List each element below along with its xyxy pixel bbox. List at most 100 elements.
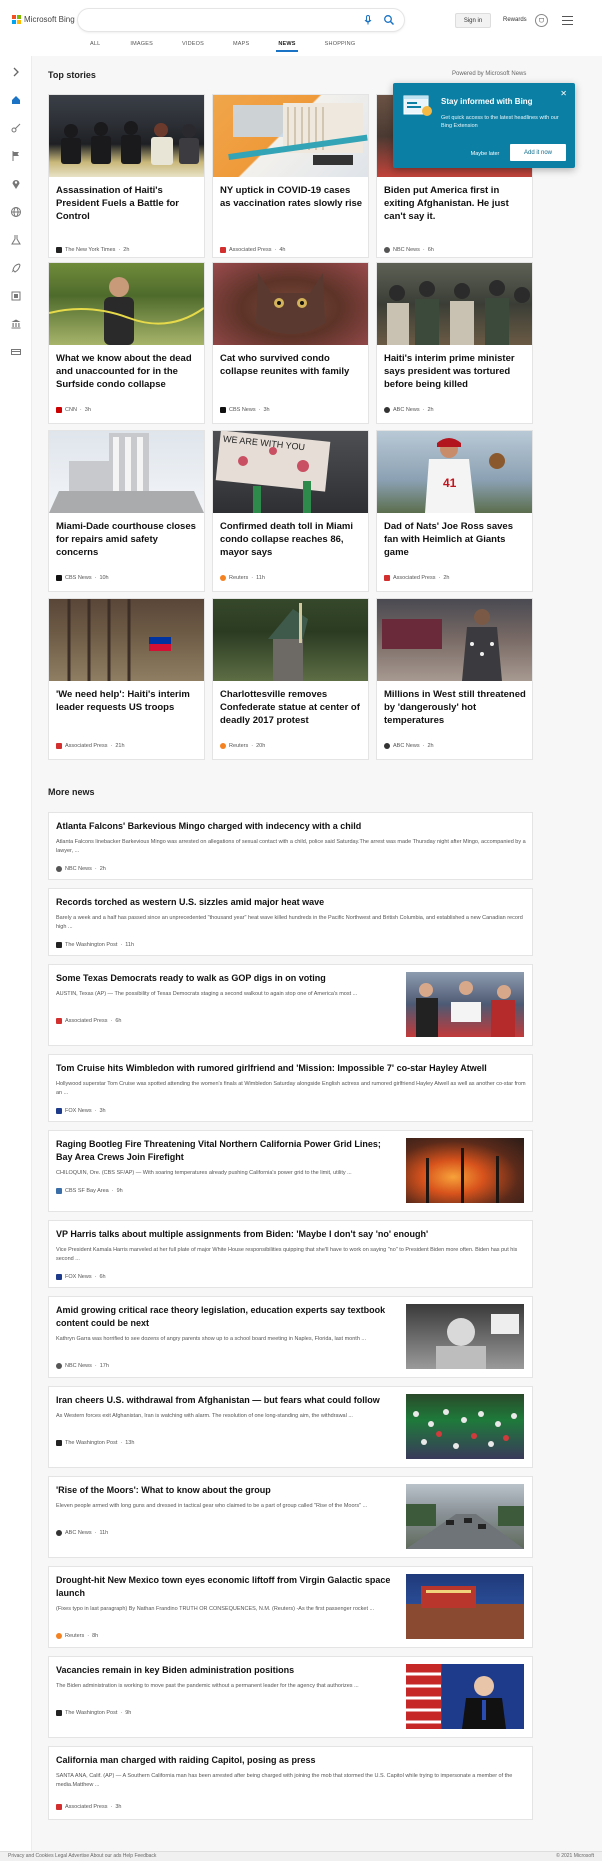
news-title[interactable]: Amid growing critical race theory legisl… xyxy=(56,1304,396,1330)
science-icon[interactable] xyxy=(10,234,22,246)
home-icon[interactable] xyxy=(10,94,22,106)
story-source: Associated Press · 21h xyxy=(56,743,125,749)
news-item[interactable]: California man charged with raiding Capi… xyxy=(48,1746,533,1820)
story-card[interactable]: Charlottesville removes Confederate stat… xyxy=(212,598,369,760)
story-card[interactable]: 41 Dad of Nats' Joe Ross saves fan with … xyxy=(376,430,533,592)
news-age: 2h xyxy=(99,866,106,872)
news-source: Associated Press · 3h xyxy=(56,1804,121,1810)
story-card[interactable]: Haiti's interim prime minister says pres… xyxy=(376,262,533,424)
rocket-icon[interactable] xyxy=(10,262,22,274)
news-item[interactable]: Drought-hit New Mexico town eyes economi… xyxy=(48,1566,533,1648)
bing-logo[interactable]: Microsoft Bing xyxy=(12,15,75,24)
story-title[interactable]: Miami-Dade courthouse closes for repairs… xyxy=(56,520,199,559)
news-item[interactable]: Some Texas Democrats ready to walk as GO… xyxy=(48,964,533,1046)
story-title[interactable]: Biden put America first in exiting Afgha… xyxy=(384,184,527,223)
story-title[interactable]: Charlottesville removes Confederate stat… xyxy=(220,688,363,727)
abc-logo-icon xyxy=(56,1530,62,1536)
news-item[interactable]: Raging Bootleg Fire Threatening Vital No… xyxy=(48,1130,533,1212)
news-title[interactable]: Records torched as western U.S. sizzles … xyxy=(56,896,324,909)
microphone-icon[interactable] xyxy=(362,14,374,26)
news-description: Atlanta Falcons linebacker Barkevious Mi… xyxy=(56,839,526,854)
story-card[interactable]: 'We need help': Haiti's interim leader r… xyxy=(48,598,205,760)
news-title[interactable]: Vacancies remain in key Biden administra… xyxy=(56,1664,396,1677)
news-title[interactable]: Atlanta Falcons' Barkevious Mingo charge… xyxy=(56,820,361,833)
story-title[interactable]: Haiti's interim prime minister says pres… xyxy=(384,352,527,391)
chevron-right-icon[interactable] xyxy=(10,66,22,78)
story-card[interactable]: What we know about the dead and unaccoun… xyxy=(48,262,205,424)
news-thumbnail xyxy=(406,1664,524,1729)
page-footer: Privacy and Cookies Legal Advertise Abou… xyxy=(0,1851,602,1861)
menu-icon[interactable] xyxy=(562,16,573,25)
news-title[interactable]: VP Harris talks about multiple assignmen… xyxy=(56,1228,428,1241)
story-source-name: ABC News xyxy=(393,743,420,749)
story-title[interactable]: NY uptick in COVID-19 cases as vaccinati… xyxy=(220,184,363,210)
story-age: 11h xyxy=(256,575,265,581)
news-title[interactable]: 'Rise of the Moors': What to know about … xyxy=(56,1484,396,1497)
sports-icon[interactable] xyxy=(10,122,22,134)
film-icon[interactable] xyxy=(10,290,22,302)
globe-icon[interactable] xyxy=(10,206,22,218)
close-icon[interactable]: ✕ xyxy=(560,89,567,98)
search-icon[interactable] xyxy=(383,14,395,26)
story-title[interactable]: Millions in West still threatened by 'da… xyxy=(384,688,527,727)
story-card[interactable]: Millions in West still threatened by 'da… xyxy=(376,598,533,760)
news-source-name: The Washington Post xyxy=(65,1710,118,1716)
news-source-name: CBS SF Bay Area xyxy=(65,1188,109,1194)
story-title[interactable]: What we know about the dead and unaccoun… xyxy=(56,352,199,391)
rewards-link[interactable]: Rewards xyxy=(503,17,527,23)
story-image xyxy=(49,95,204,177)
news-item[interactable]: Amid growing critical race theory legisl… xyxy=(48,1296,533,1378)
news-title[interactable]: California man charged with raiding Capi… xyxy=(56,1754,316,1767)
ap-logo-icon xyxy=(220,247,226,253)
news-item[interactable]: Atlanta Falcons' Barkevious Mingo charge… xyxy=(48,812,533,880)
news-source: Reuters · 8h xyxy=(56,1633,98,1639)
tab-all[interactable]: ALL xyxy=(90,41,100,47)
tab-maps[interactable]: MAPS xyxy=(233,41,249,47)
ap-logo-icon xyxy=(384,575,390,581)
news-source-name: Reuters xyxy=(65,1633,85,1639)
story-title[interactable]: 'We need help': Haiti's interim leader r… xyxy=(56,688,199,714)
story-card[interactable]: Cat who survived condo collapse reunites… xyxy=(212,262,369,424)
story-card[interactable]: Assassination of Haiti's President Fuels… xyxy=(48,94,205,258)
add-it-now-button[interactable]: Add it now xyxy=(510,144,566,161)
news-title[interactable]: Raging Bootleg Fire Threatening Vital No… xyxy=(56,1138,396,1164)
news-title[interactable]: Some Texas Democrats ready to walk as GO… xyxy=(56,972,396,985)
rewards-trophy-icon[interactable] xyxy=(535,14,548,27)
copyright-text: © 2021 Microsoft xyxy=(556,1853,594,1859)
flag-icon[interactable] xyxy=(10,150,22,162)
location-pin-icon[interactable] xyxy=(10,178,22,190)
news-title[interactable]: Iran cheers U.S. withdrawal from Afghani… xyxy=(56,1394,396,1407)
story-title[interactable]: Assassination of Haiti's President Fuels… xyxy=(56,184,199,223)
story-title[interactable]: Cat who survived condo collapse reunites… xyxy=(220,352,363,378)
news-item[interactable]: Tom Cruise hits Wimbledon with rumored g… xyxy=(48,1054,533,1122)
news-title[interactable]: Drought-hit New Mexico town eyes economi… xyxy=(56,1574,396,1600)
sign-in-button[interactable]: Sign in xyxy=(455,13,491,28)
story-title[interactable]: Dad of Nats' Joe Ross saves fan with Hei… xyxy=(384,520,527,559)
story-title[interactable]: Confirmed death toll in Miami condo coll… xyxy=(220,520,363,559)
ap-logo-icon xyxy=(56,1018,62,1024)
story-card[interactable]: WE ARE WITH YOU Confirmed death toll in … xyxy=(212,430,369,592)
money-icon[interactable] xyxy=(10,346,22,358)
news-description: Vice President Kamala Harris marveled at… xyxy=(56,1247,518,1262)
news-thumbnail xyxy=(406,1484,524,1549)
tab-shopping[interactable]: SHOPPING xyxy=(325,41,356,47)
story-age: 3h xyxy=(263,407,270,413)
story-card[interactable]: Miami-Dade courthouse closes for repairs… xyxy=(48,430,205,592)
story-source-name: ABC News xyxy=(393,407,420,413)
tab-images[interactable]: IMAGES xyxy=(130,41,153,47)
footer-links[interactable]: Privacy and Cookies Legal Advertise Abou… xyxy=(8,1853,156,1859)
story-card[interactable]: NY uptick in COVID-19 cases as vaccinati… xyxy=(212,94,369,258)
news-item[interactable]: Records torched as western U.S. sizzles … xyxy=(48,888,533,956)
news-item[interactable]: VP Harris talks about multiple assignmen… xyxy=(48,1220,533,1288)
powered-by-label[interactable]: Powered by Microsoft News xyxy=(452,71,526,77)
news-item[interactable]: 'Rise of the Moors': What to know about … xyxy=(48,1476,533,1558)
tab-news[interactable]: NEWS xyxy=(276,41,299,52)
news-item[interactable]: Iran cheers U.S. withdrawal from Afghani… xyxy=(48,1386,533,1468)
tab-videos[interactable]: VIDEOS xyxy=(182,41,204,47)
news-title[interactable]: Tom Cruise hits Wimbledon with rumored g… xyxy=(56,1062,487,1075)
search-input[interactable] xyxy=(88,13,368,27)
maybe-later-button[interactable]: Maybe later xyxy=(464,147,506,160)
popup-description: Get quick access to the latest headlines… xyxy=(441,115,559,129)
bank-icon[interactable] xyxy=(10,318,22,330)
news-item[interactable]: Vacancies remain in key Biden administra… xyxy=(48,1656,533,1738)
